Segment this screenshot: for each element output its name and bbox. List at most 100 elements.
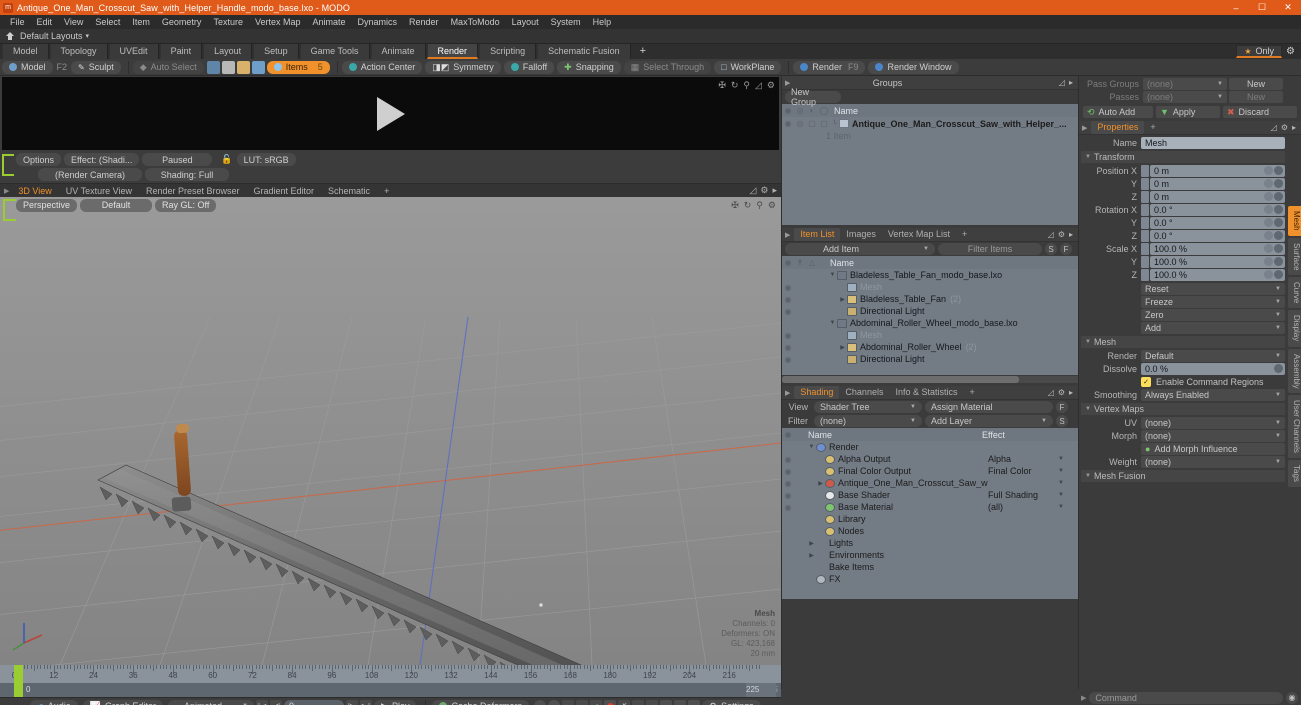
transform-menu-reset[interactable]: Reset ▼ [1141, 283, 1285, 295]
layout-tab-schematic-fusion[interactable]: Schematic Fusion [537, 44, 631, 59]
key-remove-icon[interactable]: ✗ [618, 700, 630, 705]
transform-row-handle[interactable] [1141, 243, 1149, 255]
dissolve-slider-nub[interactable] [1274, 364, 1283, 373]
transform-row-handle[interactable] [1141, 256, 1149, 268]
tab-add-button[interactable]: + [963, 386, 980, 399]
groups-header-controls[interactable]: ◿ ▸ [1059, 78, 1075, 87]
zoom-icon[interactable]: ⚲ [756, 200, 763, 211]
uv-dropdown[interactable]: (none) ▼ [1141, 417, 1285, 429]
preview-lut-button[interactable]: LUT: sRGB [236, 153, 296, 166]
transform-row-anim-nub[interactable] [1274, 231, 1283, 240]
chevron-down-icon[interactable]: ▼ [1058, 504, 1064, 510]
shading-row[interactable]: FX [782, 573, 1078, 585]
tab-properties[interactable]: Properties [1091, 121, 1145, 134]
menu-item-animate[interactable]: Animate [306, 15, 351, 29]
transform-row-nub[interactable] [1264, 231, 1273, 240]
gear-icon[interactable]: ⚙ [1282, 46, 1299, 57]
row-render-icon[interactable]: ▢ [806, 119, 818, 128]
row-visibility-icon[interactable]: ◉ [782, 491, 794, 500]
preview-overlay-icons[interactable]: ✠ ↻ ⚲ ◿ ⚙ [718, 80, 775, 91]
properties-vtab-user-channels[interactable]: User Channels [1288, 395, 1301, 459]
row-expand-icon[interactable]: ▶ [838, 344, 847, 351]
panel-caret-icon[interactable]: ▶ [1082, 124, 1087, 132]
viewport-canvas[interactable] [0, 197, 781, 665]
add-layer-dropdown[interactable]: Add Layer ▼ [925, 415, 1053, 427]
properties-vertical-tabs[interactable]: Mesh Surface Curve Display Assembly User Chan… [1288, 206, 1301, 489]
gear-icon[interactable]: ⚙ [768, 200, 776, 211]
tab-vertex-map-list[interactable]: Vertex Map List [882, 228, 956, 241]
row-visibility-icon[interactable]: ◉ [782, 503, 794, 512]
item-list-tree[interactable]: ▼ Bladeless_Table_Fan_modo_base.lxo ◉ Mesh ◉… [782, 269, 1078, 375]
command-help-icon[interactable]: ◉ [1286, 691, 1298, 704]
maximize-icon[interactable]: ◿ [755, 80, 762, 91]
layout-tab-animate[interactable]: Animate [370, 44, 426, 59]
layout-tab-topology[interactable]: Topology [49, 44, 108, 59]
shading-row[interactable]: ◉ Alpha Output Alpha ▼ [782, 453, 1078, 465]
item-list-s-button[interactable]: S [1045, 243, 1057, 255]
key-add-icon[interactable]: ✓ [590, 700, 602, 705]
maximize-icon[interactable]: ◿ [1059, 78, 1065, 87]
action-center-button[interactable]: Action Center [341, 60, 423, 74]
shading-tree[interactable]: ▼ Render ◉ Alpha Output Alpha ▼ ◉ Final Color O… [782, 441, 1078, 599]
graph-editor-button[interactable]: 📈 Graph Editor [82, 699, 164, 705]
mesh-fusion-section-header[interactable]: ▼ Mesh Fusion [1081, 470, 1285, 482]
properties-vtab-assembly[interactable]: Assembly [1288, 348, 1301, 394]
enable-command-regions-checkbox[interactable]: ✓ [1141, 377, 1151, 387]
chevron-down-icon[interactable]: ▼ [1058, 456, 1064, 462]
menu-item-vertex-map[interactable]: Vertex Map [249, 15, 307, 29]
symmetry-button[interactable]: ◨◩ Symmetry [425, 60, 501, 74]
menu-item-geometry[interactable]: Geometry [156, 15, 208, 29]
maximize-icon[interactable]: ◿ [1271, 123, 1277, 132]
maximize-button[interactable]: ☐ [1249, 0, 1275, 15]
auto-add-button[interactable]: ⟲ Auto Add [1083, 106, 1153, 118]
transform-row-nub[interactable] [1264, 218, 1273, 227]
transform-row-nub[interactable] [1264, 270, 1273, 279]
transform-row-handle[interactable] [1141, 178, 1149, 190]
layout-tab-game-tools[interactable]: Game Tools [299, 44, 370, 59]
item-list-row[interactable]: ▼ Abdominal_Roller_Wheel_modo_base.lxo [782, 317, 1078, 329]
row-visibility-icon[interactable]: ◉ [782, 479, 794, 488]
menu-item-layout[interactable]: Layout [506, 15, 545, 29]
vertex-maps-section-header[interactable]: ▼ Vertex Maps [1081, 403, 1285, 415]
transform-row-nub[interactable] [1264, 257, 1273, 266]
select-through-button[interactable]: ▦ Select Through [623, 60, 712, 74]
layout-tab-setup[interactable]: Setup [253, 44, 299, 59]
smoothing-dropdown[interactable]: Always Enabled ▼ [1141, 389, 1285, 401]
properties-vtab-display[interactable]: Display [1288, 310, 1301, 347]
layout-icon[interactable] [4, 31, 16, 42]
preview-shading-button[interactable]: Shading: Full [145, 168, 229, 181]
viewport-corner-icons[interactable]: ✠ ↻ ⚲ ⚙ [731, 200, 781, 211]
tab-images[interactable]: Images [840, 228, 882, 241]
move-icon[interactable]: ✠ [731, 200, 739, 211]
gear-icon[interactable]: ⚙ [760, 185, 768, 196]
viewport-tab-gradient-editor[interactable]: Gradient Editor [247, 184, 322, 198]
chevron-right-icon[interactable]: ▸ [1069, 388, 1073, 397]
layout-tab-scripting[interactable]: Scripting [479, 44, 537, 59]
passes-dropdown[interactable]: (none) ▼ [1143, 91, 1227, 103]
transform-row-handle[interactable] [1141, 217, 1149, 229]
viewport-tab-add-button[interactable]: + [377, 184, 396, 198]
layout-tab-paint[interactable]: Paint [159, 44, 203, 59]
item-list-row[interactable]: ◉ Mesh [782, 329, 1078, 341]
row-visibility-icon[interactable]: ◉ [782, 283, 794, 292]
key-next-icon[interactable]: → [632, 700, 644, 705]
menu-item-edit[interactable]: Edit [31, 15, 59, 29]
shading-row[interactable]: Library [782, 513, 1078, 525]
menu-item-system[interactable]: System [545, 15, 587, 29]
settings-button[interactable]: ⚙ Settings [702, 699, 761, 705]
zoom-icon[interactable]: ⚲ [743, 80, 750, 91]
transform-row-nub[interactable] [1264, 205, 1273, 214]
transform-row-input[interactable]: 100.0 % [1150, 243, 1285, 255]
layout-tab-bar[interactable]: Model Topology UVEdit Paint Layout Setup Game … [0, 44, 1301, 59]
transform-row-anim-nub[interactable] [1274, 179, 1283, 188]
item-list-row[interactable]: ◉ ▶ Abdominal_Roller_Wheel (2) [782, 341, 1078, 353]
row-expand-icon[interactable]: ▶ [807, 552, 816, 559]
3d-viewport[interactable]: Perspective Default Ray GL: Off ✠ ↻ ⚲ ⚙ … [0, 197, 781, 665]
nav-next-button[interactable]: |▶ [346, 700, 359, 705]
maximize-icon[interactable]: ◿ [1048, 388, 1054, 397]
row-visibility-icon[interactable]: ◉ [782, 355, 794, 364]
row-expand-icon[interactable]: ▶ [838, 296, 847, 303]
transform-row-input[interactable]: 0.0 ° [1150, 230, 1285, 242]
item-list-scrollbar-thumb[interactable] [782, 376, 1019, 383]
item-list-f-button[interactable]: F [1060, 243, 1072, 255]
